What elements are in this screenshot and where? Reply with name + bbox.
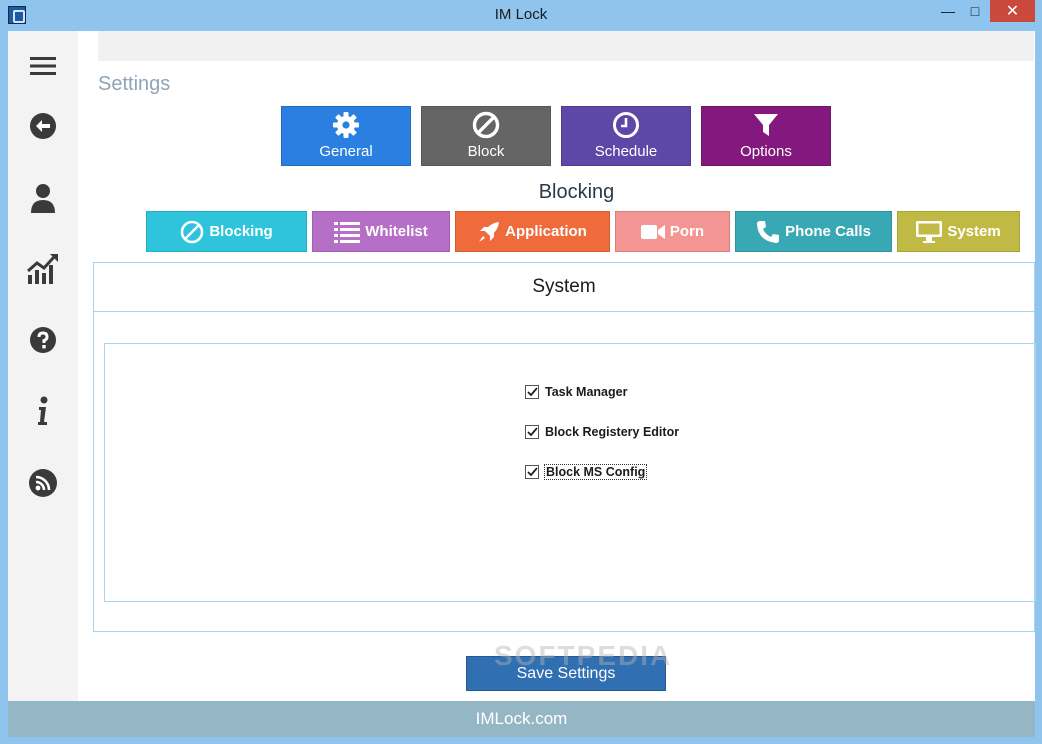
- video-camera-icon: [640, 224, 665, 239]
- watermark: SOFTPEDIA: [494, 640, 673, 671]
- tab-label: Porn: [669, 223, 705, 240]
- category-label: Options: [740, 143, 792, 160]
- title-bar: IM Lock — □ ✕: [0, 0, 1042, 31]
- clock-icon: [613, 112, 639, 138]
- menu-icon[interactable]: [26, 49, 60, 83]
- phone-icon: [757, 220, 780, 243]
- top-strip: [98, 31, 1034, 61]
- window-title: IM Lock: [494, 6, 548, 23]
- block-icon: [181, 220, 204, 243]
- option-block-registry-editor[interactable]: Block Registery Editor: [525, 425, 679, 439]
- filter-icon: [754, 114, 778, 136]
- rocket-icon: [479, 221, 500, 242]
- category-label: General: [319, 143, 373, 160]
- list-icon: [334, 221, 361, 243]
- tab-label: System: [947, 223, 1001, 240]
- option-block-ms-config[interactable]: Block MS Config: [525, 464, 648, 480]
- app-client-area: Settings General Block Schedule Options …: [8, 31, 1036, 737]
- chart-icon[interactable]: [26, 251, 60, 285]
- tab-blocking[interactable]: Blocking: [146, 211, 307, 252]
- block-icon: [472, 111, 500, 139]
- category-button-general[interactable]: General: [281, 106, 411, 166]
- category-label: Schedule: [594, 143, 658, 160]
- minimize-button[interactable]: —: [934, 0, 962, 22]
- tab-label: Application: [505, 223, 587, 240]
- category-button-options[interactable]: Options: [701, 106, 831, 166]
- panel-title: System: [94, 263, 1034, 312]
- option-task-manager[interactable]: Task Manager: [525, 385, 627, 399]
- help-icon[interactable]: [26, 323, 60, 357]
- tab-whitelist[interactable]: Whitelist: [312, 211, 450, 252]
- tab-application[interactable]: Application: [455, 211, 610, 252]
- tab-system[interactable]: System: [897, 211, 1020, 252]
- options-box: Task Manager Block Registery Editor Bloc…: [104, 343, 1036, 602]
- rss-icon[interactable]: [26, 466, 60, 500]
- block-ms-config-checkbox[interactable]: [525, 465, 539, 479]
- page-title: Settings: [98, 73, 171, 95]
- category-button-block[interactable]: Block: [421, 106, 551, 166]
- tab-porn[interactable]: Porn: [615, 211, 730, 252]
- option-label: Block Registery Editor: [545, 425, 680, 439]
- category-button-schedule[interactable]: Schedule: [561, 106, 691, 166]
- task-manager-checkbox[interactable]: [525, 385, 539, 399]
- tab-phone-calls[interactable]: Phone Calls: [735, 211, 892, 252]
- maximize-button[interactable]: □: [962, 0, 988, 22]
- tab-label: Phone Calls: [785, 223, 871, 240]
- block-registry-editor-checkbox[interactable]: [525, 425, 539, 439]
- section-heading: Blocking: [538, 181, 615, 203]
- system-panel: System Task Manager Block Registery Edit…: [93, 262, 1036, 632]
- tab-label: Blocking: [209, 223, 273, 240]
- sidebar: [8, 31, 78, 701]
- monitor-icon: [916, 220, 943, 243]
- close-button[interactable]: ✕: [990, 0, 1035, 22]
- tab-label: Whitelist: [365, 223, 428, 240]
- info-icon[interactable]: [26, 394, 60, 428]
- category-label: Block: [467, 143, 505, 160]
- gear-icon: [333, 112, 359, 138]
- option-label: Task Manager: [545, 385, 628, 399]
- footer-link[interactable]: IMLock.com: [8, 701, 1035, 737]
- option-label: Block MS Config: [543, 464, 648, 480]
- back-arrow-icon[interactable]: [26, 109, 60, 143]
